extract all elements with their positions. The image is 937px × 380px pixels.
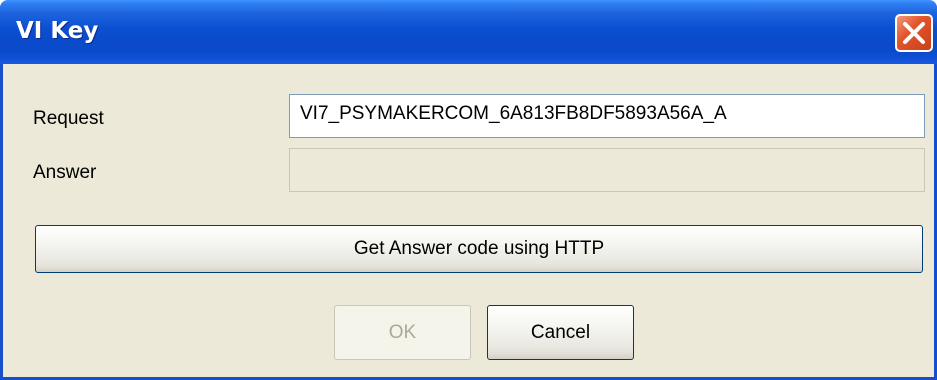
- vi-key-dialog: VI Key Request VI7_PSYMAKERCOM_6A813FB8D…: [0, 0, 937, 380]
- title-bar[interactable]: VI Key: [0, 0, 937, 64]
- ok-button[interactable]: OK: [334, 305, 471, 360]
- close-icon: [903, 22, 925, 44]
- cancel-button[interactable]: Cancel: [487, 305, 634, 360]
- request-field[interactable]: VI7_PSYMAKERCOM_6A813FB8DF5893A56A_A: [289, 94, 925, 138]
- answer-label: Answer: [33, 162, 97, 183]
- answer-field[interactable]: [289, 148, 925, 192]
- request-label: Request: [33, 108, 104, 129]
- close-button[interactable]: [895, 14, 933, 52]
- get-answer-http-button[interactable]: Get Answer code using HTTP: [35, 225, 923, 273]
- window-title: VI Key: [16, 18, 99, 44]
